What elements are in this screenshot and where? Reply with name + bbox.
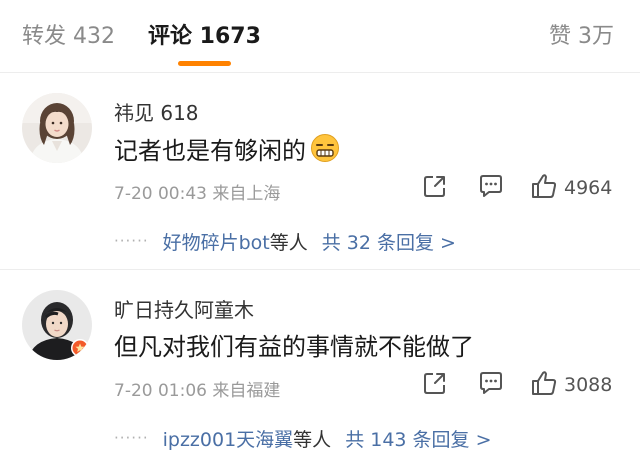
- comment-item: 祎见 618 记者也是有够闲的 7-20 00:43 来自上海 4964 ···…: [0, 73, 640, 269]
- active-tab-indicator: [178, 61, 231, 66]
- tab-like[interactable]: 赞 3万: [549, 22, 614, 52]
- thumbs-up-icon: [530, 369, 558, 401]
- comment-text: 记者也是有够闲的: [114, 133, 340, 172]
- comment-meta: 7-20 01:06 来自福建: [114, 381, 281, 401]
- and-others-label: 等人: [293, 428, 332, 451]
- repliers-name[interactable]: 好物碎片bot: [163, 228, 270, 255]
- share-icon: [422, 370, 448, 400]
- view-replies-link[interactable]: 共 32 条回复 >: [322, 228, 456, 255]
- avatar[interactable]: [22, 93, 92, 163]
- share-button[interactable]: [422, 370, 448, 400]
- reply-button[interactable]: [478, 370, 504, 400]
- tab-repost[interactable]: 转发 432: [22, 22, 115, 52]
- like-count: 4964: [564, 177, 613, 199]
- comment-text: 但凡对我们有益的事情就不能做了: [114, 333, 474, 361]
- replies-summary[interactable]: ······ 好物碎片bot 等人 共 32 条回复 >: [114, 227, 456, 255]
- comment-bubble-icon: [478, 370, 504, 400]
- avatar[interactable]: [22, 290, 92, 360]
- like-count: 3088: [564, 374, 613, 396]
- ellipsis: ······: [114, 232, 149, 250]
- tab-comment[interactable]: 评论 1673: [148, 22, 261, 52]
- username[interactable]: 祎见 618: [114, 97, 199, 126]
- share-icon: [422, 173, 448, 203]
- tab-bar: 转发 432 评论 1673 赞 3万: [0, 0, 640, 72]
- comment-bubble-icon: [478, 173, 504, 203]
- thumbs-up-icon: [530, 172, 558, 204]
- username[interactable]: 旷日持久阿童木: [114, 294, 254, 323]
- replies-summary[interactable]: ······ ipzz001天海翼 等人 共 143 条回复 >: [114, 424, 492, 452]
- grimace-face-emoji-icon: [310, 133, 340, 172]
- view-replies-link[interactable]: 共 143 条回复 >: [345, 425, 491, 452]
- comment-item: 旷日持久阿童木 但凡对我们有益的事情就不能做了 7-20 01:06 来自福建: [0, 270, 640, 466]
- like-button[interactable]: 4964: [530, 173, 612, 203]
- share-button[interactable]: [422, 173, 448, 203]
- and-others-label: 等人: [269, 231, 308, 254]
- like-button[interactable]: 3088: [530, 370, 612, 400]
- comment-meta: 7-20 00:43 来自上海: [114, 184, 281, 204]
- repliers-name[interactable]: ipzz001天海翼: [163, 425, 294, 452]
- ellipsis: ······: [114, 429, 149, 447]
- reply-button[interactable]: [478, 173, 504, 203]
